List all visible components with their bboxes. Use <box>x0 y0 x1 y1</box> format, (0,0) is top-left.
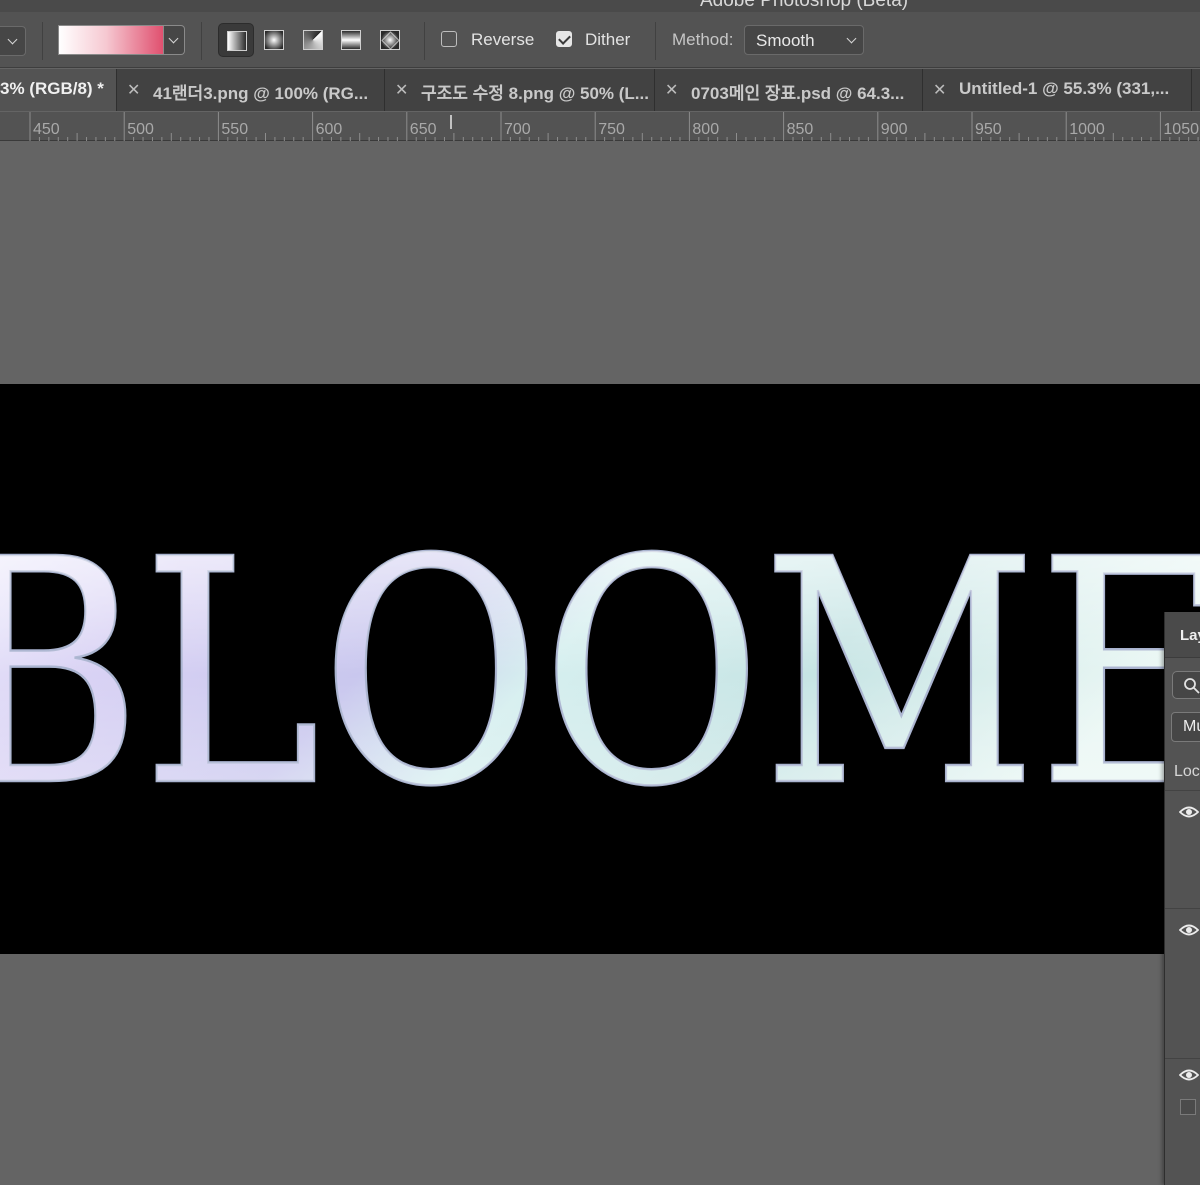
ruler-label: 650 <box>410 121 437 138</box>
blend-mode-select[interactable]: Mu <box>1171 712 1200 742</box>
tab-overflow[interactable] <box>1192 69 1200 111</box>
document-tab[interactable]: ✕ Untitled-1 @ 55.3% (331,... <box>923 69 1192 111</box>
window-title: Adobe Photoshop (Beta) <box>700 0 909 11</box>
ruler-label: 1050 <box>1163 121 1199 138</box>
angle-gradient-button[interactable] <box>295 23 331 57</box>
close-icon[interactable]: ✕ <box>933 80 946 100</box>
gradient-preview[interactable] <box>58 25 164 55</box>
linear-gradient-icon <box>227 31 247 51</box>
method-select[interactable]: Smooth <box>744 25 864 55</box>
divider <box>655 22 656 60</box>
ruler-label: 600 <box>316 121 343 138</box>
ruler-label: 700 <box>504 121 531 138</box>
chevron-down-icon <box>7 34 18 45</box>
blend-mode-value: Mu <box>1183 718 1200 735</box>
ruler-label: 1000 <box>1069 121 1105 138</box>
close-icon[interactable]: ✕ <box>395 80 408 100</box>
tab-label: 3% (RGB/8) * <box>0 79 104 98</box>
linear-gradient-button[interactable] <box>218 23 254 57</box>
ruler-label: 950 <box>975 121 1002 138</box>
method-label: Method: <box>672 30 734 49</box>
divider <box>1165 790 1200 791</box>
layer-visibility-toggle[interactable] <box>1180 1099 1196 1115</box>
artwork-highlight: BLOOME <box>0 494 1200 855</box>
document-canvas[interactable]: BLOOME BLOOME <box>0 384 1200 954</box>
horizontal-ruler[interactable]: 450 500 550 600 650 700 750 800 850 900 950 1000 105… <box>0 112 1200 141</box>
visibility-eye-icon[interactable] <box>1179 920 1199 940</box>
divider <box>201 22 202 60</box>
layer-filter-search[interactable] <box>1172 671 1200 699</box>
ruler-ticks: 450 500 550 600 650 700 750 800 850 900 950 1000 105… <box>29 112 1199 141</box>
ruler-label: 750 <box>598 121 625 138</box>
angle-gradient-icon <box>303 30 323 50</box>
reverse-checkbox[interactable] <box>441 31 457 47</box>
ruler-label: 850 <box>787 121 814 138</box>
divider <box>42 22 43 60</box>
visibility-eye-icon[interactable] <box>1179 1065 1199 1085</box>
panel-title: Lay <box>1180 627 1200 644</box>
radial-gradient-button[interactable] <box>256 23 292 57</box>
layers-panel: Lay Mu Loc <box>1164 612 1200 1185</box>
bloome-artwork: BLOOME BLOOME <box>0 493 1200 857</box>
method-value: Smooth <box>756 31 815 50</box>
divider <box>1165 1058 1200 1059</box>
divider <box>1165 908 1200 909</box>
document-tab[interactable]: ✕ 구조도 수정 8.png @ 50% (L... <box>385 69 655 111</box>
document-tab-bar: 3% (RGB/8) * ✕ 41랜더3.png @ 100% (RG... ✕… <box>0 69 1200 111</box>
reverse-label: Reverse <box>471 30 535 49</box>
reflected-gradient-button[interactable] <box>333 23 369 57</box>
radial-gradient-icon <box>264 30 284 50</box>
close-icon[interactable]: ✕ <box>127 80 140 100</box>
visibility-eye-icon[interactable] <box>1179 802 1199 822</box>
options-bar: Reverse Dither Method: Smooth <box>0 12 1200 68</box>
dither-checkbox[interactable] <box>556 31 572 47</box>
ruler-label: 800 <box>692 121 719 138</box>
search-icon <box>1184 678 1200 694</box>
ruler-label: 900 <box>881 121 908 138</box>
tool-preset-dropdown[interactable] <box>0 26 26 56</box>
tab-label: 0703메인 장표.psd @ 64.3... <box>691 84 905 103</box>
title-bar: Adobe Photoshop (Beta) <box>0 0 1200 12</box>
dither-label: Dither <box>585 30 631 49</box>
close-icon[interactable]: ✕ <box>665 80 678 100</box>
photoshop-window: Adobe Photoshop (Beta) Reverse Dither Me… <box>0 0 1200 1185</box>
document-tab[interactable]: 3% (RGB/8) * <box>0 69 117 111</box>
layers-panel-header[interactable]: Lay <box>1165 612 1200 658</box>
gradient-picker-dropdown[interactable] <box>164 25 185 55</box>
ruler-label: 450 <box>33 121 60 138</box>
document-tab[interactable]: ✕ 0703메인 장표.psd @ 64.3... <box>655 69 923 111</box>
lock-label: Loc <box>1174 763 1200 780</box>
diamond-gradient-button[interactable] <box>372 23 408 57</box>
tab-label: 구조도 수정 8.png @ 50% (L... <box>421 84 649 103</box>
tab-label: 41랜더3.png @ 100% (RG... <box>153 84 369 103</box>
chevron-down-icon <box>846 33 857 44</box>
diamond-gradient-icon <box>380 30 400 50</box>
reflected-gradient-icon <box>341 30 361 50</box>
chevron-down-icon <box>168 33 179 44</box>
tab-label: Untitled-1 @ 55.3% (331,... <box>959 79 1170 98</box>
ruler-label: 500 <box>127 121 154 138</box>
ruler-label: 550 <box>221 121 248 138</box>
divider <box>424 22 425 60</box>
document-tab[interactable]: ✕ 41랜더3.png @ 100% (RG... <box>117 69 385 111</box>
